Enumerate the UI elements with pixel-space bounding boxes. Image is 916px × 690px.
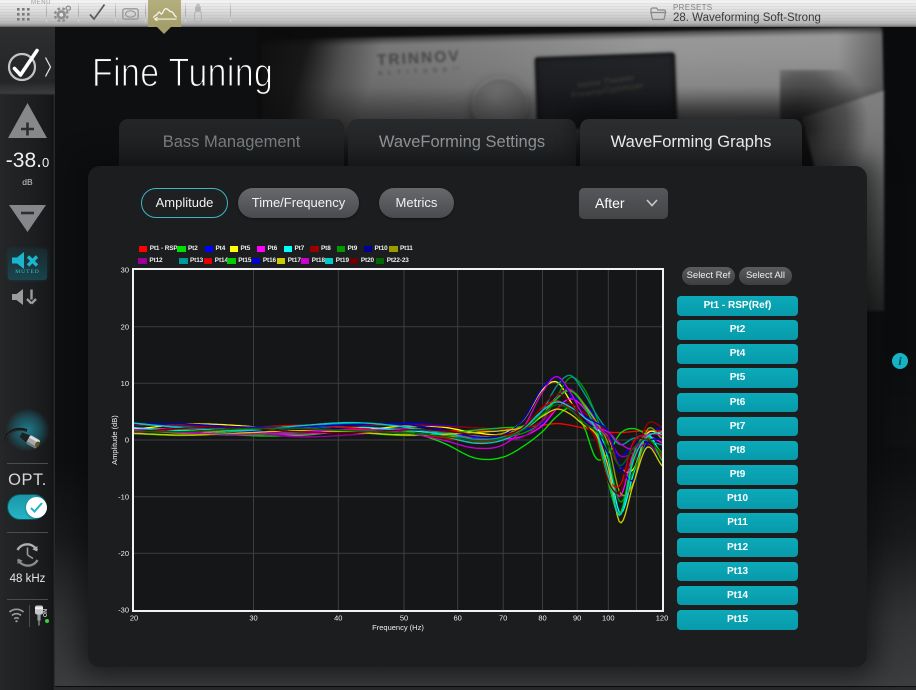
svg-text:Frequency (Hz): Frequency (Hz) xyxy=(372,623,424,632)
svg-text:-20: -20 xyxy=(118,549,129,558)
svg-text:30: 30 xyxy=(121,266,129,275)
svg-text:120: 120 xyxy=(656,614,669,623)
svg-text:0: 0 xyxy=(125,436,129,445)
svg-text:80: 80 xyxy=(538,614,546,623)
svg-text:20: 20 xyxy=(121,322,129,331)
svg-text:60: 60 xyxy=(454,614,462,623)
svg-text:-10: -10 xyxy=(118,492,129,501)
svg-text:40: 40 xyxy=(334,614,342,623)
svg-text:20: 20 xyxy=(130,614,138,623)
svg-text:10: 10 xyxy=(121,379,129,388)
svg-text:50: 50 xyxy=(400,614,408,623)
svg-text:-30: -30 xyxy=(118,606,129,615)
svg-text:30: 30 xyxy=(249,614,257,623)
svg-text:70: 70 xyxy=(499,614,507,623)
svg-text:Amplitude (dB): Amplitude (dB) xyxy=(110,415,119,465)
svg-text:100: 100 xyxy=(602,614,615,623)
svg-text:90: 90 xyxy=(573,614,581,623)
